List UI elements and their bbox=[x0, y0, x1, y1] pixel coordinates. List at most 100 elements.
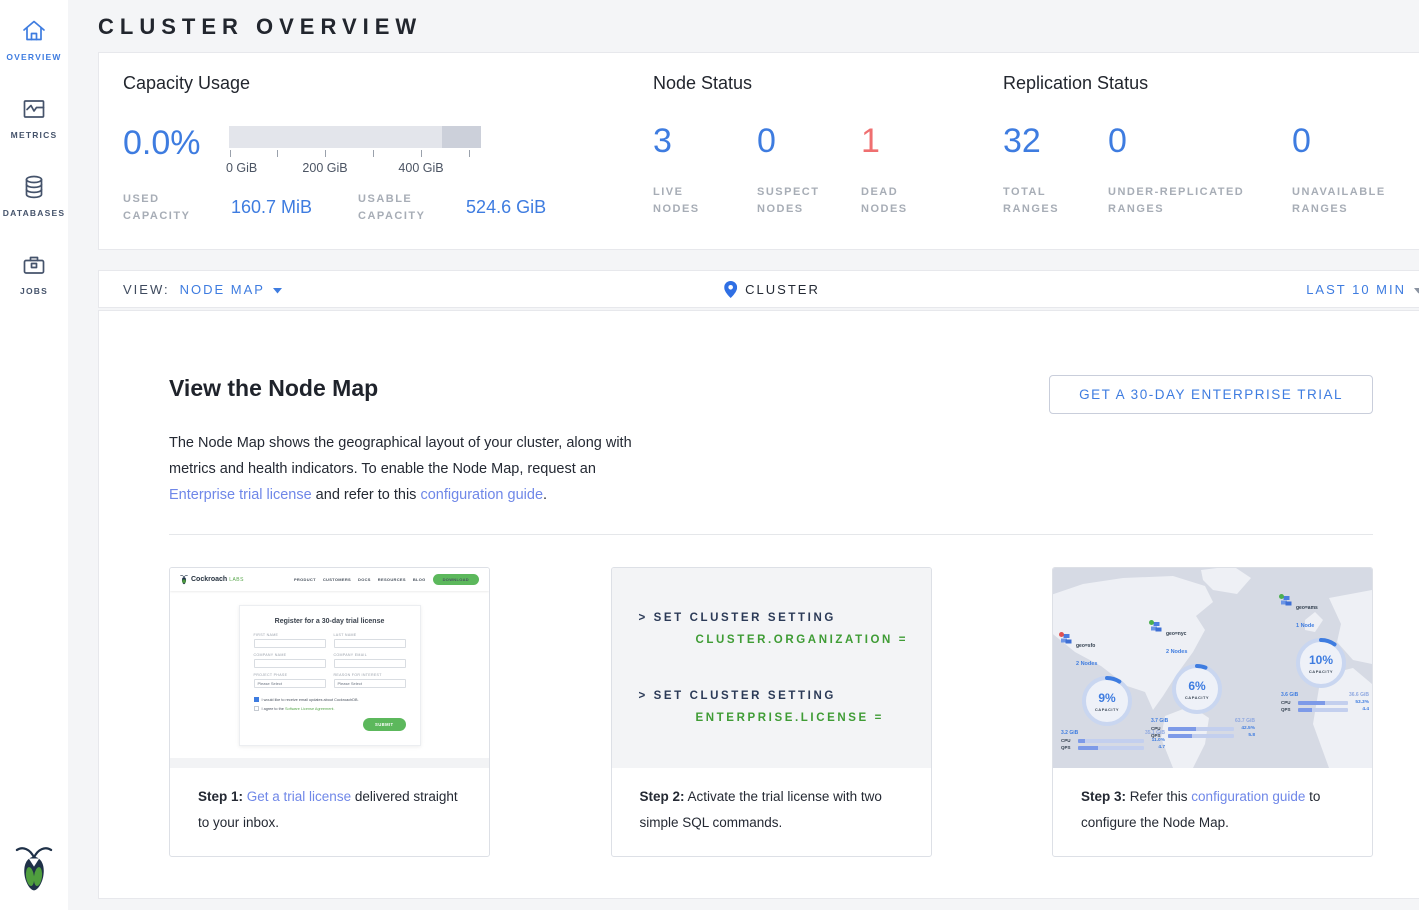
total-ranges-stat: 32 TOTAL RANGES bbox=[1003, 124, 1084, 218]
under-replicated-ranges-stat: 0 UNDER-REPLICATED RANGES bbox=[1108, 124, 1268, 218]
locality-node-count: 1 Node bbox=[1296, 623, 1314, 629]
time-range-dropdown[interactable]: LAST 10 MIN bbox=[1306, 282, 1419, 297]
step2-caption: Step 2: Activate the trial license with … bbox=[612, 768, 931, 856]
mini-checkbox-label: I agree to the Software License Agreemen… bbox=[262, 707, 335, 711]
unavailable-ranges-value: 0 bbox=[1292, 124, 1397, 158]
page-title: CLUSTER OVERVIEW bbox=[98, 14, 1419, 40]
capacity-percent: 0.0% bbox=[123, 126, 229, 175]
mini-checkbox-unchecked bbox=[254, 706, 259, 711]
status-dot-red bbox=[1059, 632, 1064, 637]
step2-label: Step 2: bbox=[640, 789, 685, 804]
main-content: CLUSTER OVERVIEW Capacity Usage 0.0% 0 G… bbox=[68, 0, 1419, 910]
view-bar: VIEW: NODE MAP CLUSTER LAST 10 MIN bbox=[98, 270, 1419, 308]
capacity-label: CAPACITY bbox=[1185, 695, 1209, 700]
suspect-nodes-label: SUSPECT NODES bbox=[757, 184, 837, 218]
locality-node-count: 2 Nodes bbox=[1076, 661, 1097, 667]
capacity-usage-section: Capacity Usage 0.0% 0 GiB 200 GiB 400 Gi… bbox=[123, 73, 653, 229]
sidebar-item-label: DATABASES bbox=[3, 208, 65, 218]
total-ranges-label: TOTAL RANGES bbox=[1003, 184, 1084, 218]
sidebar-item-label: METRICS bbox=[11, 130, 58, 140]
enterprise-trial-button[interactable]: GET A 30-DAY ENTERPRISE TRIAL bbox=[1049, 375, 1373, 414]
unavailable-ranges-stat: 0 UNAVAILABLE RANGES bbox=[1292, 124, 1397, 218]
capacity-percent: 6% bbox=[1188, 679, 1205, 693]
tick-label-400: 400 GiB bbox=[398, 161, 443, 175]
tick-label-0: 0 GiB bbox=[226, 161, 257, 175]
dead-nodes-stat: 1 DEAD NODES bbox=[861, 124, 941, 218]
status-dot-green bbox=[1279, 594, 1284, 599]
enterprise-trial-license-link[interactable]: Enterprise trial license bbox=[169, 487, 312, 503]
locality-node-count: 2 Nodes bbox=[1166, 649, 1187, 655]
usable-capacity-label: USABLE CAPACITY bbox=[358, 191, 450, 225]
step1-label: Step 1: bbox=[198, 789, 243, 804]
node-map-description: The Node Map shows the geographical layo… bbox=[169, 430, 649, 508]
sidebar-item-label: JOBS bbox=[20, 286, 48, 296]
mini-nav-item: BLOG bbox=[413, 577, 426, 582]
mini-form-title: Register for a 30-day trial license bbox=[254, 618, 406, 625]
capacity-bar: 0 GiB 200 GiB 400 GiB bbox=[229, 126, 481, 175]
sidebar-item-label: OVERVIEW bbox=[6, 52, 61, 62]
status-dot-green bbox=[1149, 620, 1154, 625]
metrics-chart-icon bbox=[20, 94, 48, 124]
time-range-value: LAST 10 MIN bbox=[1306, 282, 1406, 297]
mini-checkbox-checked bbox=[254, 697, 259, 702]
mini-field-label: LAST NAME bbox=[334, 633, 406, 637]
mini-nav-item: PRODUCT bbox=[294, 577, 316, 582]
database-icon bbox=[20, 172, 48, 202]
sidebar-item-metrics[interactable]: METRICS bbox=[0, 78, 68, 140]
step3-text: Refer this bbox=[1126, 789, 1191, 804]
unavailable-ranges-label: UNAVAILABLE RANGES bbox=[1292, 184, 1397, 218]
mini-field-label: COMPANY NAME bbox=[254, 653, 326, 657]
tick-label-200: 200 GiB bbox=[302, 161, 347, 175]
cockroachdb-logo bbox=[15, 845, 53, 896]
divider bbox=[169, 534, 1373, 535]
step1-card: Cockroach LABS PRODUCT CUSTOMERS DOCS RE… bbox=[169, 567, 490, 857]
cluster-summary-panel: Capacity Usage 0.0% 0 GiB 200 GiB 400 Gi… bbox=[98, 52, 1419, 250]
capacity-label: CAPACITY bbox=[1095, 707, 1119, 712]
trial-signup-screenshot: Cockroach LABS PRODUCT CUSTOMERS DOCS RE… bbox=[170, 568, 489, 768]
briefcase-icon bbox=[20, 250, 48, 280]
step3-caption: Step 3: Refer this configuration guide t… bbox=[1053, 768, 1372, 856]
usable-capacity-value: 524.6 GiB bbox=[466, 197, 546, 218]
chevron-down-icon bbox=[273, 282, 282, 297]
cockroach-labs-logo: Cockroach LABS bbox=[180, 574, 244, 585]
view-selected-value: NODE MAP bbox=[180, 282, 265, 297]
suspect-nodes-value: 0 bbox=[757, 124, 837, 158]
locality-marker-ams: geo=ams1 Node 10%CAPACITY 3.6 GiB36.6 Gi… bbox=[1281, 596, 1372, 712]
locality-name: geo=nyc bbox=[1166, 631, 1186, 637]
cluster-breadcrumb: CLUSTER bbox=[724, 281, 820, 298]
mini-nav-item: CUSTOMERS bbox=[323, 577, 351, 582]
capacity-percent: 10% bbox=[1309, 653, 1333, 667]
view-selector-dropdown[interactable]: VIEW: NODE MAP bbox=[99, 282, 282, 297]
mini-field-label: COMPANY EMAIL bbox=[334, 653, 406, 657]
node-status-section: Node Status 3 LIVE NODES 0 SUSPECT NODES… bbox=[653, 73, 1003, 229]
sidebar-item-jobs[interactable]: JOBS bbox=[0, 234, 68, 296]
mini-checkbox-label: I would like to receive email updates ab… bbox=[262, 698, 359, 702]
configuration-guide-link[interactable]: configuration guide bbox=[420, 487, 543, 503]
mini-download-button: DOWNLOAD bbox=[433, 574, 479, 585]
mini-submit-button: SUBMIT bbox=[363, 718, 405, 731]
description-text: . bbox=[543, 487, 547, 503]
live-nodes-value: 3 bbox=[653, 124, 733, 158]
dead-nodes-value: 1 bbox=[861, 124, 941, 158]
home-icon bbox=[20, 16, 48, 46]
step3-label: Step 3: bbox=[1081, 789, 1126, 804]
locality-marker-nyc: geo=nyc2 Nodes 6%CAPACITY 3.7 GiB63.7 Gi… bbox=[1151, 622, 1257, 738]
cluster-label: CLUSTER bbox=[745, 282, 820, 297]
under-replicated-ranges-value: 0 bbox=[1108, 124, 1268, 158]
sidebar-item-databases[interactable]: DATABASES bbox=[0, 156, 68, 218]
step1-caption: Step 1: Get a trial license delivered st… bbox=[170, 768, 489, 856]
under-replicated-ranges-label: UNDER-REPLICATED RANGES bbox=[1108, 184, 1268, 218]
live-nodes-stat: 3 LIVE NODES bbox=[653, 124, 733, 218]
sidebar-item-overview[interactable]: OVERVIEW bbox=[0, 0, 68, 62]
dead-nodes-label: DEAD NODES bbox=[861, 184, 941, 218]
get-trial-license-link[interactable]: Get a trial license bbox=[247, 789, 351, 804]
total-ranges-value: 32 bbox=[1003, 124, 1084, 158]
brand-suffix: LABS bbox=[229, 577, 244, 583]
sidebar: OVERVIEW METRICS DATABASES JOBS bbox=[0, 0, 68, 910]
step2-card: > SET CLUSTER SETTING CLUSTER.ORGANIZATI… bbox=[611, 567, 932, 857]
step3-card: geo=sfo2 Nodes 9%CAPACITY 3.2 GiB35.1 Gi… bbox=[1052, 567, 1373, 857]
location-pin-icon bbox=[724, 281, 737, 298]
mini-nav-item: DOCS bbox=[358, 577, 371, 582]
configuration-guide-link[interactable]: configuration guide bbox=[1191, 789, 1305, 804]
node-map-preview: geo=sfo2 Nodes 9%CAPACITY 3.2 GiB35.1 Gi… bbox=[1053, 568, 1372, 768]
